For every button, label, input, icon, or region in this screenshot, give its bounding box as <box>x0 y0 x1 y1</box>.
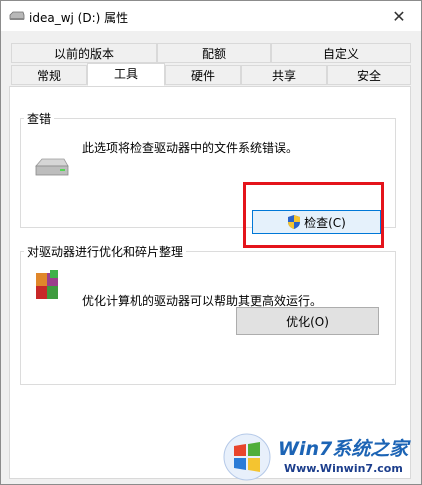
tab-label: 自定义 <box>322 47 359 61</box>
watermark-url: Www.Winwin7.com <box>284 462 403 475</box>
optimize-title: 对驱动器进行优化和碎片整理 <box>24 243 187 260</box>
tab-tools[interactable]: 工具 <box>87 63 165 86</box>
tab-customize[interactable]: 自定义 <box>271 43 411 63</box>
tab-previous-versions[interactable]: 以前的版本 <box>11 43 157 63</box>
optimize-button[interactable]: 优化(O) <box>236 307 379 335</box>
drive-icon <box>35 158 69 176</box>
drive-small-icon <box>9 11 25 20</box>
properties-window: idea_wj (D:) 属性 ✕ 以前的版本 配额 自定义 常规 工具 硬件 … <box>0 0 422 485</box>
tab-label: 安全 <box>356 69 381 83</box>
optimize-button-label: 优化(O) <box>286 314 329 329</box>
title-bar: idea_wj (D:) 属性 ✕ <box>1 1 421 31</box>
error-checking-description: 此选项将检查驱动器中的文件系统错误。 <box>82 141 299 155</box>
tab-label: 硬件 <box>190 69 215 83</box>
error-checking-title: 查错 <box>24 110 55 127</box>
tab-hardware[interactable]: 硬件 <box>165 65 241 85</box>
tab-label: 配额 <box>201 47 226 61</box>
tab-security[interactable]: 安全 <box>327 65 411 85</box>
window-title: idea_wj (D:) 属性 <box>29 11 129 25</box>
close-icon: ✕ <box>392 6 406 26</box>
tab-label: 常规 <box>36 69 61 83</box>
dialog-body: 以前的版本 配额 自定义 常规 工具 硬件 共享 安全 查错 此选项将检查驱动器… <box>1 31 421 484</box>
check-button[interactable]: 检查(C) <box>252 210 381 234</box>
defrag-icon <box>36 270 58 299</box>
tab-quota[interactable]: 配额 <box>157 43 271 63</box>
watermark-brand: Win7系统之家 <box>278 438 409 460</box>
watermark: Win7系统之家 Www.Winwin7.com <box>222 432 418 482</box>
tab-sharing[interactable]: 共享 <box>241 65 327 85</box>
tab-label: 以前的版本 <box>53 47 114 61</box>
tools-panel: 查错 此选项将检查驱动器中的文件系统错误。 检查(C) 对驱动器进行优化和碎片整… <box>9 86 411 479</box>
close-button[interactable]: ✕ <box>377 1 421 31</box>
tab-label: 工具 <box>113 67 138 81</box>
shield-icon <box>288 215 301 229</box>
windows-logo-icon <box>223 433 271 481</box>
check-button-label: 检查(C) <box>304 215 346 230</box>
tab-label: 共享 <box>271 69 296 83</box>
tab-general[interactable]: 常规 <box>11 65 87 85</box>
